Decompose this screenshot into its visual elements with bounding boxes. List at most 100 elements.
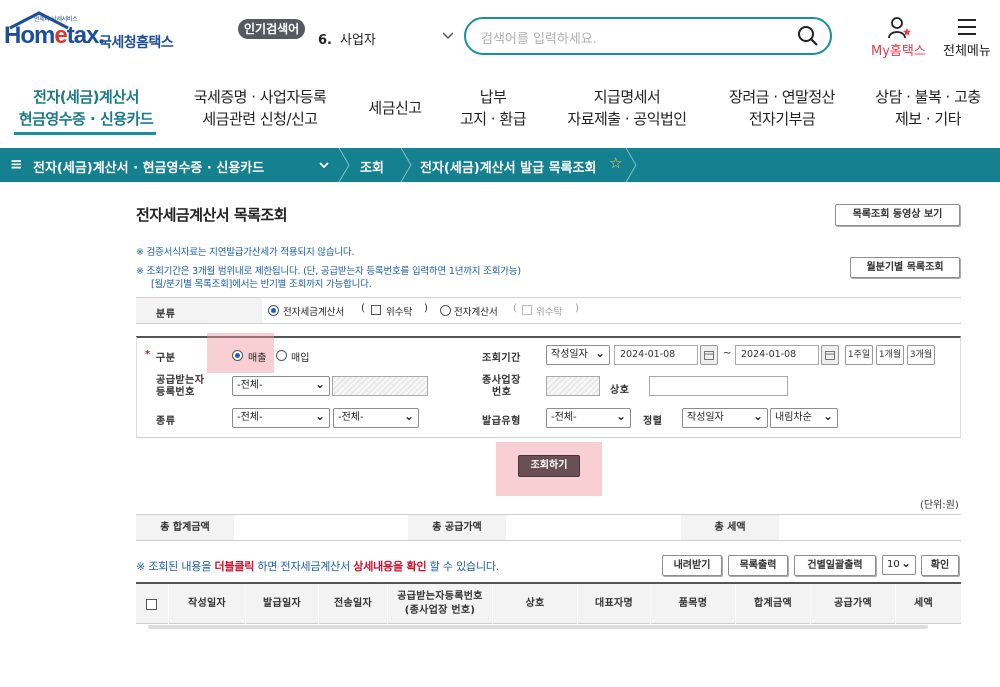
logo-korean[interactable]: 국세청홈택스 <box>99 32 174 52</box>
col-send-date[interactable]: 전송일자 <box>319 584 387 624</box>
note-period-half: [월/분기별 목록조회]에서는 반기별 조회까지 가능합니다. <box>151 279 372 290</box>
radio-purchase[interactable] <box>276 350 287 361</box>
bulk-print-button[interactable]: 건별일괄출력 <box>794 555 876 576</box>
nav-certificates[interactable]: 국세증명 · 사업자등록 세금관련 신청/신고 <box>180 86 340 130</box>
recipient-select[interactable]: -전체- <box>232 375 330 396</box>
issue-type-label: 발급유형 <box>482 416 521 427</box>
total-amount-label: 총 합계금액 <box>136 515 234 540</box>
col-representative[interactable]: 대표자명 <box>578 584 650 624</box>
radio-e-invoice[interactable] <box>440 305 451 316</box>
nav-tax-report[interactable]: 세금신고 <box>350 97 440 119</box>
popular-search-badge: 인기검색어 <box>238 19 306 39</box>
kind-select-1[interactable]: -전체- <box>232 407 330 428</box>
calendar-icon[interactable] <box>700 345 718 365</box>
breadcrumb-separator-icon <box>625 148 637 182</box>
unit-label: (단위:원) <box>920 500 959 511</box>
kind-label: 종류 <box>156 416 176 427</box>
breadcrumb-menu-icon[interactable]: ≡ <box>10 155 23 173</box>
my-hometax-link[interactable]: My홈택스 <box>871 40 926 59</box>
nav-consultation[interactable]: 상담 · 불복 · 고충 제보 · 기타 <box>862 86 994 130</box>
checkbox-consignment-2-label: 위수탁 <box>536 307 563 318</box>
classification-label-cell <box>136 298 262 323</box>
recipient-number-input <box>332 376 428 396</box>
chevron-down-icon[interactable] <box>441 28 455 42</box>
search-input[interactable]: 검색어를 입력하세요. <box>481 28 597 47</box>
paren-close: ) <box>424 303 428 314</box>
checkbox-consignment-1-label: 위수탁 <box>386 307 413 318</box>
hamburger-menu-icon[interactable] <box>956 18 978 36</box>
print-list-button[interactable]: 목록출력 <box>728 555 788 576</box>
horizontal-scrollbar[interactable] <box>148 625 928 629</box>
download-button[interactable]: 내려받기 <box>662 555 722 576</box>
issue-type-select[interactable]: -전체- <box>546 407 631 428</box>
result-table-header: 작성일자 발급일자 전송일자 공급받는자등록번호 (종사업장 번호) 상호 대표자… <box>136 582 961 624</box>
note-verification: ※ 검증서식자료는 지연발급가산세가 적용되지 않습니다. <box>136 247 355 258</box>
period-label: 조회기간 <box>482 353 521 364</box>
logo[interactable]: Hometax. <box>4 22 105 50</box>
all-menu-link[interactable]: 전체메뉴 <box>943 40 991 59</box>
radio-e-invoice-label: 전자계산서 <box>454 307 498 318</box>
totals-row: 총 합계금액 총 공급가액 총 세액 <box>136 514 961 541</box>
period-3month-button[interactable]: 3개월 <box>907 345 935 365</box>
favorite-star-icon[interactable]: ☆ <box>609 154 622 172</box>
period-1week-button[interactable]: 1주일 <box>845 345 873 365</box>
required-mark: * <box>145 349 151 360</box>
page-title: 전자세금계산서 목록조회 <box>136 206 288 224</box>
sort-order-select[interactable]: 내림차순 <box>770 407 838 428</box>
col-recipient-number[interactable]: 공급받는자등록번호 (종사업장 번호) <box>388 584 492 624</box>
checkbox-consignment-2 <box>522 305 532 315</box>
page-size-select[interactable]: 10 <box>882 554 916 575</box>
search-submit-button[interactable]: 조회하기 <box>518 455 580 477</box>
select-all-checkbox[interactable] <box>146 599 157 610</box>
period-type-select[interactable]: 작성일자 <box>546 344 610 365</box>
breadcrumb-level2[interactable]: 조회 <box>360 157 384 176</box>
paren-close: ) <box>575 303 579 314</box>
company-label: 상호 <box>610 385 630 396</box>
breadcrumb-level3: 전자(세금)계산서 발급 목록조회 <box>420 161 597 176</box>
sort-field-select[interactable]: 작성일자 <box>682 407 768 428</box>
type-label: 구분 <box>156 353 176 364</box>
nav-active-underline <box>14 132 156 135</box>
date-to-input[interactable]: 2024-01-08 <box>735 345 819 365</box>
paren-open: ( <box>361 303 365 314</box>
period-1month-button[interactable]: 1개월 <box>876 345 904 365</box>
radio-e-tax-invoice[interactable] <box>268 305 279 316</box>
search-icon[interactable] <box>797 25 819 47</box>
kind-select-2[interactable]: -전체- <box>333 407 419 428</box>
breadcrumb-separator-icon <box>400 148 412 182</box>
col-supply-amount[interactable]: 공급가액 <box>811 584 895 624</box>
breadcrumb-separator-icon <box>338 148 350 182</box>
user-icon[interactable] <box>887 16 913 40</box>
total-supply-label: 총 공급가액 <box>408 515 506 540</box>
nav-payment[interactable]: 납부 고지 · 환급 <box>448 86 538 130</box>
date-range-tilde: ~ <box>723 348 732 359</box>
nav-tax-invoice[interactable]: 전자(세금)계산서 현금영수증 · 신용카드 <box>6 86 166 130</box>
popular-search-term[interactable]: 6. 사업자 <box>318 29 376 48</box>
nav-statements[interactable]: 지급명세서 자료제출 · 공익법인 <box>552 86 702 130</box>
breadcrumb-section[interactable]: 전자(세금)계산서 · 현금영수증 · 신용카드 <box>33 157 264 176</box>
branch-number-input <box>546 376 600 396</box>
col-write-date[interactable]: 작성일자 <box>169 584 245 624</box>
sort-label: 정렬 <box>643 416 663 427</box>
classification-label: 분류 <box>156 309 176 320</box>
paren-open: ( <box>513 303 517 314</box>
radio-purchase-label: 매입 <box>291 353 310 364</box>
col-company[interactable]: 상호 <box>493 584 577 624</box>
calendar-icon[interactable] <box>821 345 839 365</box>
radio-sales[interactable] <box>232 350 243 361</box>
confirm-button[interactable]: 확인 <box>921 555 959 576</box>
recipient-label: 공급받는자 등록번호 <box>156 375 205 398</box>
col-item-name[interactable]: 품목명 <box>651 584 735 624</box>
monthly-list-button[interactable]: 월분기별 목록조회 <box>850 257 960 278</box>
col-total-amount[interactable]: 합계금액 <box>736 584 810 624</box>
total-tax-label: 총 세액 <box>681 515 779 540</box>
company-name-input[interactable] <box>649 376 788 396</box>
date-from-input[interactable]: 2024-01-08 <box>614 345 698 365</box>
radio-sales-label: 매출 <box>248 353 267 364</box>
chevron-down-icon[interactable] <box>318 159 330 171</box>
nav-incentives[interactable]: 장려금 · 연말정산 전자기부금 <box>712 86 852 130</box>
video-guide-button[interactable]: 목록조회 동영상 보기 <box>835 204 960 226</box>
col-tax[interactable]: 세액 <box>896 584 951 624</box>
checkbox-consignment-1[interactable] <box>371 305 381 315</box>
col-issue-date[interactable]: 발급일자 <box>246 584 318 624</box>
